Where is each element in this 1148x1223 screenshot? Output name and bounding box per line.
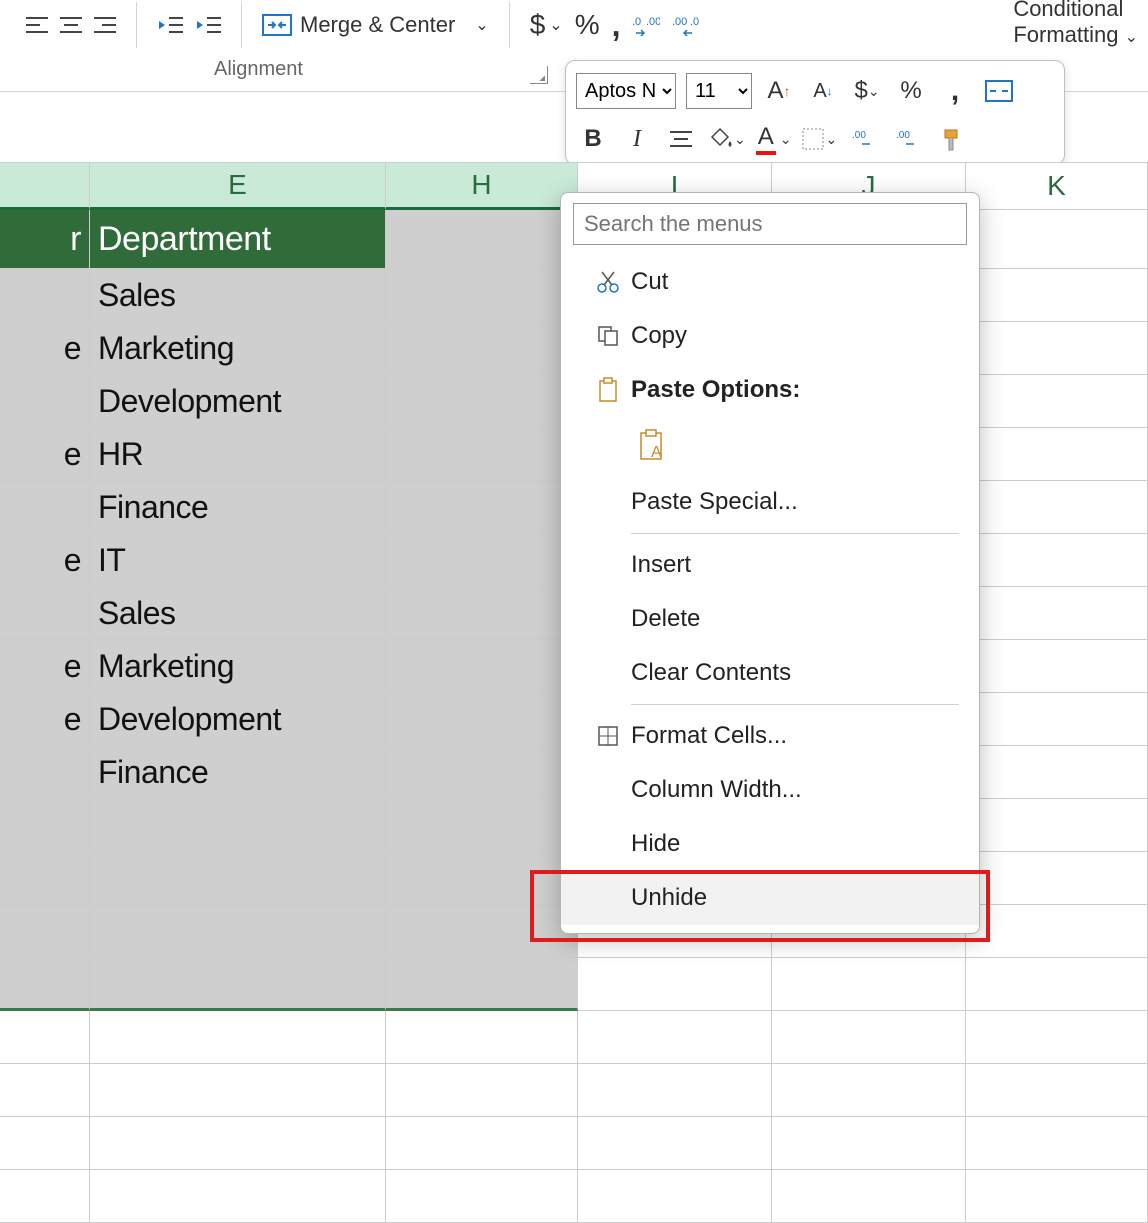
column-header-h[interactable]: H [386,163,578,210]
align-right-button[interactable] [88,6,122,44]
cell-d3[interactable]: e [0,322,90,375]
font-name-select[interactable]: Aptos Na [576,73,676,109]
increase-decimal-button[interactable]: .0 .00 [626,6,666,44]
cell-e-header[interactable]: Department [90,210,386,269]
cell-e7[interactable]: IT [90,534,386,587]
italic-button[interactable]: I [620,121,654,157]
cell-d6[interactable] [0,481,90,534]
cell-d9[interactable]: e [0,640,90,693]
align-center-button[interactable] [54,6,88,44]
bold-button[interactable]: B [576,121,610,157]
clipboard-icon [585,377,631,403]
comma-button[interactable]: , [938,73,972,109]
borders-button[interactable]: ⌄ [801,121,837,157]
comma-format-button[interactable]: , [606,6,627,44]
decrease-decimal-button[interactable]: .00.0 [666,6,706,44]
column-header-d[interactable] [0,163,90,210]
alignment-button[interactable] [664,121,698,157]
column-header-k[interactable]: K [966,163,1148,210]
percent-format-button[interactable]: % [569,6,606,44]
cell-e3[interactable]: Marketing [90,322,386,375]
unhide-menu-item[interactable]: Unhide [561,871,979,925]
format-painter-button[interactable] [935,121,969,157]
currency-button[interactable]: $ ⌄ [850,73,884,109]
cell-h1[interactable] [386,210,578,269]
merge-center-label: Merge & Center [300,12,455,38]
paste-options-label: Paste Options: [561,363,979,417]
merge-button[interactable] [982,73,1016,109]
mini-toolbar: Aptos Na 11 A↑ A↓ $ ⌄ % , B I ⌄ A⌄ ⌄ .00 [565,60,1065,165]
cell-e8[interactable]: Sales [90,587,386,640]
align-left-button[interactable] [20,6,54,44]
format-cells-icon [585,724,631,748]
menu-search-input[interactable] [573,203,967,245]
cell-d5[interactable]: e [0,428,90,481]
cell-d11[interactable] [0,746,90,799]
clear-contents-menu-item[interactable]: Clear Contents [561,646,979,700]
cell-e9[interactable]: Marketing [90,640,386,693]
chevron-down-icon: ⌄ [475,15,488,35]
cell-h2[interactable] [386,269,578,322]
increase-decimal-mini-button[interactable]: .00 [847,121,881,157]
svg-text:.0: .0 [690,16,699,28]
cell-d4[interactable] [0,375,90,428]
cell-d2[interactable] [0,269,90,322]
svg-text:.00: .00 [646,16,660,28]
alignment-group-label: Alignment [214,58,303,81]
paste-keep-source-button[interactable]: A [631,423,677,469]
cell-e4[interactable]: Development [90,375,386,428]
insert-menu-item[interactable]: Insert [561,538,979,592]
font-size-select[interactable]: 11 [686,73,752,109]
cell-e2[interactable]: Sales [90,269,386,322]
increase-font-button[interactable]: A↑ [762,73,796,109]
paste-special-menu-item[interactable]: Paste Special... [561,475,979,529]
decrease-indent-button[interactable] [151,6,189,44]
delete-menu-item[interactable]: Delete [561,592,979,646]
svg-text:.00: .00 [896,130,910,141]
scissors-icon [585,270,631,294]
context-menu: Cut Copy Paste Options: A Paste Special.… [560,192,980,934]
alignment-dialog-launcher[interactable] [530,66,548,84]
cell-e11[interactable]: Finance [90,746,386,799]
svg-text:.0: .0 [632,16,641,28]
cell-e10[interactable]: Development [90,693,386,746]
cell-k1[interactable] [966,210,1148,269]
copy-icon [585,324,631,348]
font-color-button[interactable]: A⌄ [756,121,792,157]
fill-color-button[interactable]: ⌄ [708,121,746,157]
svg-text:.00: .00 [672,16,687,28]
merge-center-icon [262,14,292,36]
increase-indent-button[interactable] [189,6,227,44]
svg-text:A: A [651,444,662,461]
copy-menu-item[interactable]: Copy [561,309,979,363]
cut-menu-item[interactable]: Cut [561,255,979,309]
hide-menu-item[interactable]: Hide [561,817,979,871]
cell-d10[interactable]: e [0,693,90,746]
svg-text:.00: .00 [852,130,866,141]
column-width-menu-item[interactable]: Column Width... [561,763,979,817]
cell-d-header[interactable]: r [0,210,90,269]
conditional-formatting-button[interactable]: Conditional Formatting ⌄ [1013,0,1138,51]
cell-d7[interactable]: e [0,534,90,587]
cell-d8[interactable] [0,587,90,640]
cell-e6[interactable]: Finance [90,481,386,534]
percent-button[interactable]: % [894,73,928,109]
column-header-e[interactable]: E [90,163,386,210]
format-cells-menu-item[interactable]: Format Cells... [561,709,979,763]
merge-center-button[interactable]: Merge & Center ⌄ [256,6,495,44]
decrease-font-button[interactable]: A↓ [806,73,840,109]
decrease-decimal-mini-button[interactable]: .00 [891,121,925,157]
cell-e5[interactable]: HR [90,428,386,481]
accounting-format-button[interactable]: $ ⌄ [524,6,569,44]
